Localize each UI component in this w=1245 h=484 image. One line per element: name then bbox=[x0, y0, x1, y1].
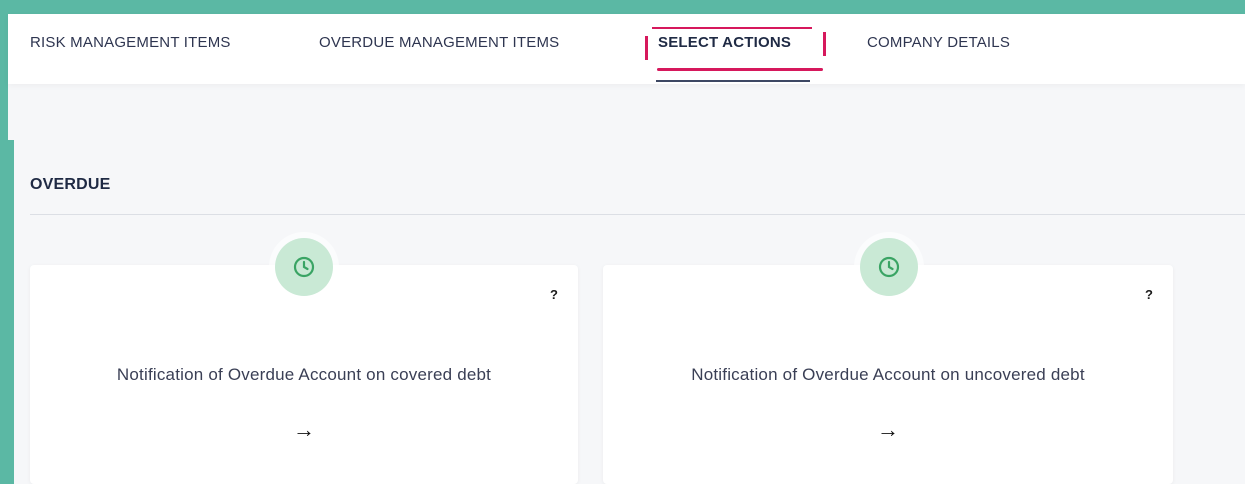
active-tab-underline bbox=[656, 80, 810, 82]
frame-border-top bbox=[0, 0, 1245, 14]
help-icon[interactable]: ? bbox=[1145, 287, 1153, 302]
highlight-mark-right bbox=[823, 32, 826, 56]
section-title: OVERDUE bbox=[30, 176, 111, 193]
action-card-uncovered-debt[interactable]: ? Notification of Overdue Account on unc… bbox=[603, 238, 1173, 484]
tab-select-actions[interactable]: SELECT ACTIONS bbox=[658, 34, 791, 51]
tab-bar: RISK MANAGEMENT ITEMS OVERDUE MANAGEMENT… bbox=[8, 14, 1245, 84]
help-icon[interactable]: ? bbox=[550, 287, 558, 302]
card-title: Notification of Overdue Account on uncov… bbox=[691, 365, 1085, 384]
frame-border-left bbox=[0, 0, 8, 140]
action-card-covered-debt[interactable]: ? Notification of Overdue Account on cov… bbox=[30, 238, 578, 484]
card-title: Notification of Overdue Account on cover… bbox=[116, 365, 492, 384]
section-divider bbox=[30, 214, 1245, 215]
frame-border-left-lower bbox=[0, 140, 14, 484]
arrow-right-icon[interactable]: → bbox=[603, 417, 1173, 443]
clock-icon bbox=[275, 238, 333, 296]
clock-icon bbox=[860, 238, 918, 296]
tab-risk-management-items[interactable]: RISK MANAGEMENT ITEMS bbox=[30, 34, 231, 51]
arrow-right-icon[interactable]: → bbox=[30, 417, 578, 443]
tab-company-details[interactable]: COMPANY DETAILS bbox=[867, 34, 1010, 51]
highlight-mark-top bbox=[652, 27, 812, 29]
tab-overdue-management-items[interactable]: OVERDUE MANAGEMENT ITEMS bbox=[319, 34, 559, 51]
highlight-mark-left bbox=[645, 36, 648, 60]
highlight-mark-bottom bbox=[657, 68, 823, 71]
